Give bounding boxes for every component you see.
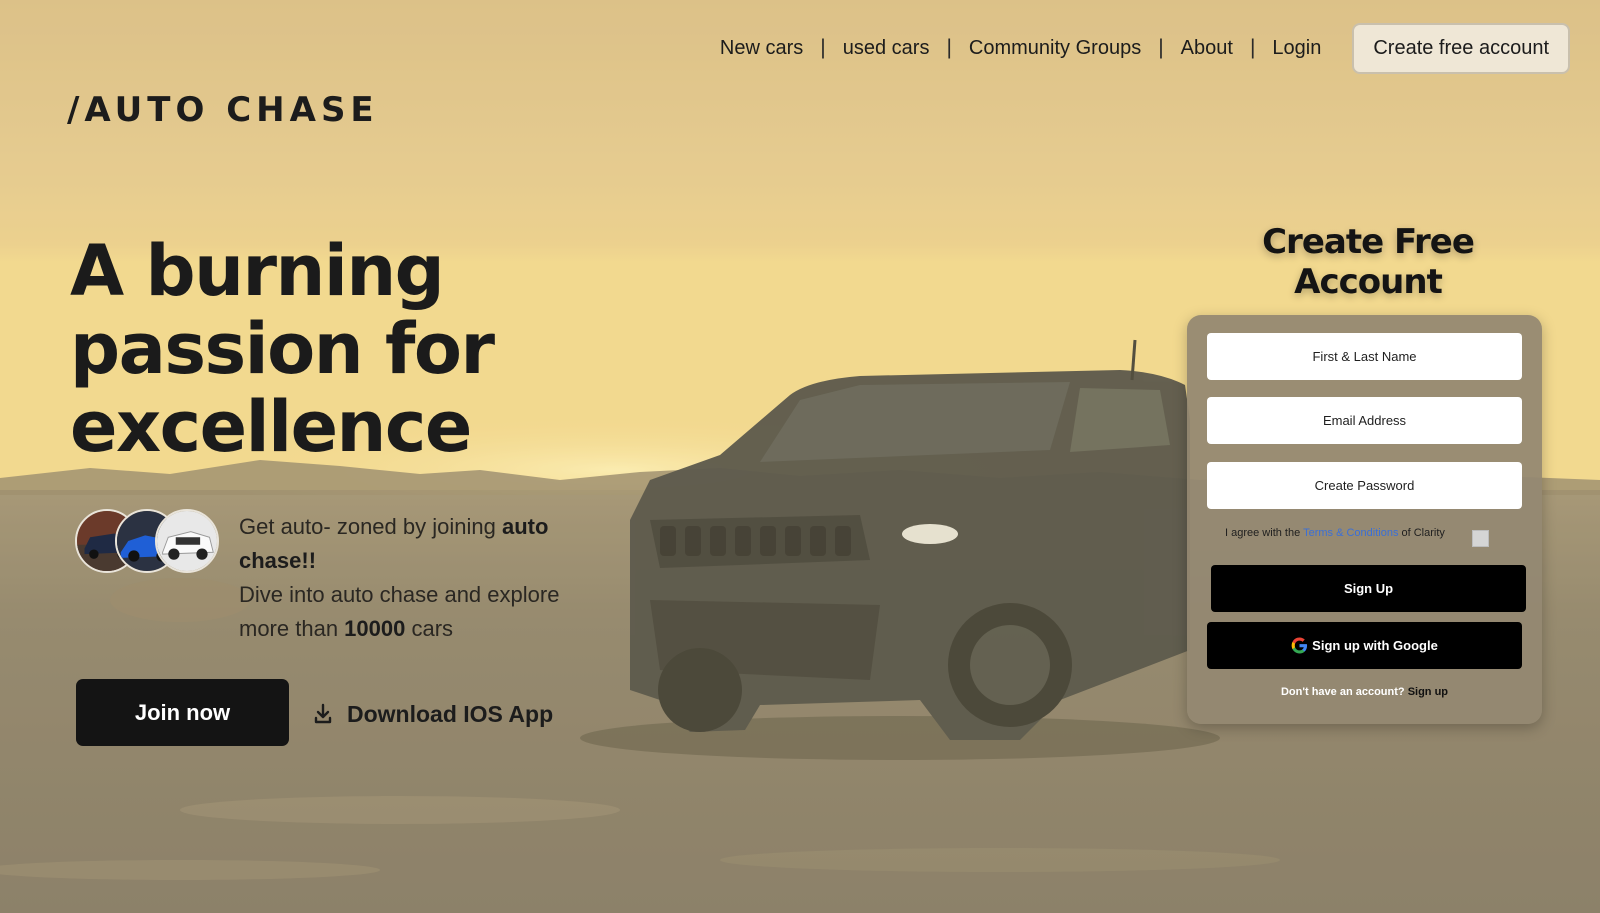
google-icon	[1291, 637, 1308, 654]
white-suv-avatar	[155, 509, 219, 573]
hero-tagline: Get auto- zoned by joining auto chase!! …	[239, 510, 589, 646]
agree-suffix: of Clarity	[1398, 527, 1445, 539]
terms-agreement-text: I agree with the Terms & Conditions of C…	[1225, 525, 1455, 541]
nav-item-community-groups[interactable]: Community Groups	[952, 37, 1158, 60]
download-icon	[314, 703, 332, 724]
signup-card: I agree with the Terms & Conditions of C…	[1187, 315, 1542, 724]
tagline-text: Get auto- zoned by joining	[239, 514, 502, 539]
google-signup-button[interactable]: Sign up with Google	[1207, 622, 1522, 669]
sign-up-link[interactable]: Sign up	[1408, 686, 1448, 698]
tagline-text: cars	[405, 616, 454, 641]
top-navigation: New cars | used cars | Community Groups …	[703, 22, 1570, 74]
download-label: Download IOS App	[347, 700, 554, 727]
tagline-car-count: 10000	[344, 616, 406, 641]
avatar-group	[75, 509, 225, 574]
nav-item-login[interactable]: Login	[1255, 37, 1338, 60]
nav-item-about[interactable]: About	[1164, 37, 1250, 60]
email-field[interactable]	[1207, 397, 1522, 444]
agree-prefix: I agree with the	[1225, 527, 1304, 539]
create-free-account-button[interactable]: Create free account	[1352, 22, 1570, 74]
google-button-label: Sign up with Google	[1312, 638, 1438, 653]
join-now-button[interactable]: Join now	[76, 679, 289, 746]
sign-up-button[interactable]: Sign Up	[1211, 565, 1526, 612]
hero-headline: A burning passion for excellence	[70, 230, 495, 468]
name-field[interactable]	[1207, 333, 1522, 380]
signup-title: Create Free Account	[1262, 222, 1475, 302]
nav-item-used-cars[interactable]: used cars	[826, 37, 947, 60]
download-ios-app-link[interactable]: Download IOS App	[313, 698, 553, 730]
brand-logo[interactable]: /AUTO CHASE	[67, 90, 379, 130]
no-account-prompt: Don't have an account? Sign up	[1187, 686, 1542, 698]
terms-conditions-link[interactable]: Terms & Conditions	[1303, 527, 1398, 539]
no-account-text: Don't have an account?	[1280, 686, 1405, 698]
nav-item-new-cars[interactable]: New cars	[703, 37, 820, 60]
terms-checkbox[interactable]	[1472, 530, 1489, 547]
password-field[interactable]	[1207, 462, 1522, 509]
